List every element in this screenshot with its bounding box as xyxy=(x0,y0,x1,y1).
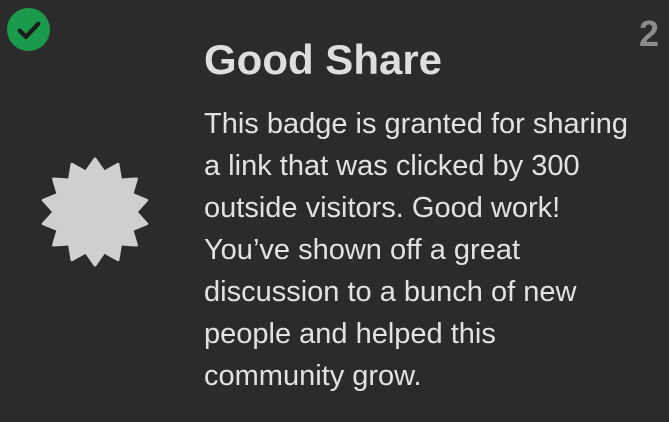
badge-title[interactable]: Good Share xyxy=(204,34,442,86)
starburst-icon xyxy=(40,157,150,267)
check-circle-icon xyxy=(7,8,50,51)
checkmark-icon xyxy=(17,21,40,39)
badge-granted-count: 2 xyxy=(638,13,659,54)
badge-description: This badge is granted for sharing a link… xyxy=(204,108,628,392)
badge-card[interactable]: 2 Good Share This badge is granted for s… xyxy=(0,0,669,422)
